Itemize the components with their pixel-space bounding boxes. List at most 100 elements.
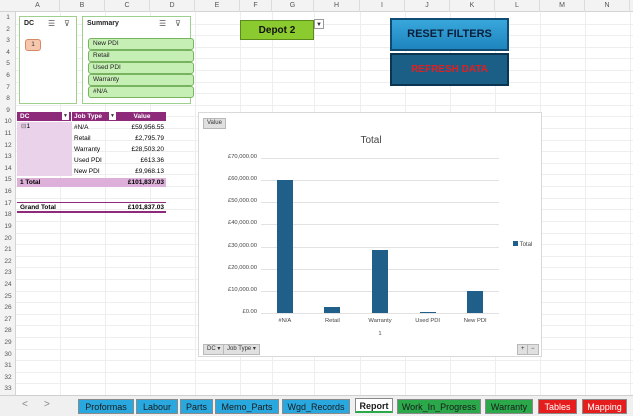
- chart-legend: Total: [513, 241, 532, 248]
- row-header[interactable]: 12: [0, 141, 16, 150]
- row-header[interactable]: 24: [0, 280, 16, 289]
- sheet-tab[interactable]: Labour: [136, 399, 178, 414]
- row-header[interactable]: 17: [0, 199, 16, 208]
- sheet-tab[interactable]: Tables: [538, 399, 577, 414]
- clear-filter-icon[interactable]: ⊽: [64, 19, 70, 28]
- row-header[interactable]: 13: [0, 152, 16, 161]
- multi-select-icon[interactable]: ☰: [159, 19, 166, 28]
- multi-select-icon[interactable]: ☰: [48, 19, 55, 28]
- clear-filter-icon[interactable]: ⊽: [175, 19, 181, 28]
- row-header[interactable]: 4: [0, 48, 16, 57]
- sheet-tab[interactable]: Warranty: [485, 399, 533, 414]
- row-header[interactable]: 3: [0, 36, 16, 45]
- column-header[interactable]: I: [360, 0, 405, 12]
- row-header[interactable]: 26: [0, 303, 16, 312]
- row-header[interactable]: 32: [0, 373, 16, 382]
- dc-slicer[interactable]: DC ☰ ⊽ 1: [19, 16, 77, 104]
- sheet-tab[interactable]: Report: [355, 398, 393, 413]
- dc-field-button[interactable]: DC ▾: [203, 344, 225, 355]
- column-header[interactable]: H: [314, 0, 360, 12]
- chart-bar[interactable]: [419, 311, 436, 313]
- depot-button[interactable]: Depot 2: [240, 20, 314, 40]
- pivot-header-dc[interactable]: DC ▼: [17, 112, 71, 121]
- chart-bar[interactable]: [324, 306, 341, 313]
- row-header[interactable]: 5: [0, 59, 16, 68]
- column-header[interactable]: G: [272, 0, 314, 12]
- row-header[interactable]: 33: [0, 384, 16, 393]
- row-header[interactable]: 21: [0, 245, 16, 254]
- row-header[interactable]: 25: [0, 292, 16, 301]
- column-header[interactable]: C: [105, 0, 150, 12]
- row-header[interactable]: 29: [0, 338, 16, 347]
- summary-slicer-item[interactable]: Warranty: [88, 74, 194, 86]
- chart-gridline: [261, 224, 499, 226]
- summary-slicer-item[interactable]: Retail: [88, 50, 194, 62]
- row-header[interactable]: 31: [0, 361, 16, 370]
- summary-slicer-item[interactable]: #N/A: [88, 86, 194, 98]
- sheet-tab[interactable]: Mapping: [582, 399, 627, 414]
- dc-slicer-item[interactable]: 1: [25, 39, 41, 51]
- jobtype-field-button[interactable]: Job Type ▾: [223, 344, 260, 355]
- chart-bar[interactable]: [467, 290, 484, 313]
- column-header[interactable]: N: [585, 0, 630, 12]
- column-header[interactable]: F: [240, 0, 272, 12]
- row-header[interactable]: 30: [0, 350, 16, 359]
- row-header[interactable]: 9: [0, 106, 16, 115]
- legend-swatch: [513, 241, 518, 246]
- row-header[interactable]: 14: [0, 164, 16, 173]
- pivot-subtotal-value: £101,837.03: [127, 179, 164, 186]
- row-header[interactable]: 18: [0, 210, 16, 219]
- summary-slicer-item[interactable]: Used PDI: [88, 62, 194, 74]
- column-header[interactable]: B: [60, 0, 105, 12]
- pivot-grand-total-label: Grand Total: [20, 204, 56, 211]
- sheet-tab[interactable]: Memo_Parts: [215, 399, 279, 414]
- reset-filters-button[interactable]: RESET FILTERS: [390, 18, 509, 51]
- row-header[interactable]: 8: [0, 94, 16, 103]
- pivot-row-value: £9,968.13: [135, 168, 164, 175]
- chart-bar[interactable]: [371, 249, 389, 313]
- row-header[interactable]: 20: [0, 234, 16, 243]
- prev-sheet-arrow[interactable]: <: [22, 399, 28, 410]
- column-header[interactable]: A: [16, 0, 60, 12]
- column-header[interactable]: L: [495, 0, 540, 12]
- pivot-dc-value: 1: [26, 123, 31, 130]
- column-header[interactable]: J: [405, 0, 450, 12]
- column-header[interactable]: D: [150, 0, 195, 12]
- chevron-down-icon[interactable]: ▼: [314, 19, 324, 29]
- row-header[interactable]: 1: [0, 13, 16, 22]
- dropdown-icon[interactable]: ▼: [62, 112, 69, 120]
- dropdown-icon[interactable]: ▼: [109, 112, 116, 120]
- sheet-tab[interactable]: Proformas: [78, 399, 134, 414]
- pivot-row-value: £59,956.55: [131, 124, 164, 131]
- row-header[interactable]: 19: [0, 222, 16, 231]
- sheet-tab[interactable]: Wgd_Records: [282, 399, 350, 414]
- row-header[interactable]: 27: [0, 315, 16, 324]
- refresh-data-button[interactable]: REFRESH DATA: [390, 53, 509, 86]
- pivot-chart[interactable]: Value Total £0.00 £10,000.00 £20,000.00 £30…: [198, 112, 542, 357]
- row-header-bar: 1 2 3 4 5 6 7 8 9 10 11 12 13 14 15 16 17 18 19 20 21 22 23 24 2…: [0, 12, 16, 395]
- row-header[interactable]: 28: [0, 326, 16, 335]
- column-header[interactable]: E: [195, 0, 240, 12]
- row-header[interactable]: 11: [0, 129, 16, 138]
- sheet-tab[interactable]: Work_In_Progress: [397, 399, 481, 414]
- sheet-tab[interactable]: Parts: [180, 399, 213, 414]
- chart-gridline: [261, 158, 499, 159]
- row-header[interactable]: 2: [0, 25, 16, 34]
- next-sheet-arrow[interactable]: >: [44, 399, 50, 410]
- row-header[interactable]: 22: [0, 257, 16, 266]
- row-header[interactable]: 10: [0, 117, 16, 126]
- collapse-button[interactable]: −: [527, 344, 539, 355]
- row-header[interactable]: 16: [0, 187, 16, 196]
- column-header[interactable]: M: [540, 0, 585, 12]
- pivot-header-jobtype[interactable]: Job Type ▼: [72, 112, 118, 121]
- summary-slicer-item[interactable]: New PDI: [88, 38, 194, 50]
- summary-slicer[interactable]: Summary ☰ ⊽ New PDI Retail Used PDI Warr…: [82, 16, 194, 104]
- pivot-row-jobtype: Warranty: [74, 146, 101, 153]
- row-header[interactable]: 7: [0, 83, 16, 92]
- pivot-dc-cell[interactable]: ⊟1: [17, 122, 72, 176]
- column-header[interactable]: K: [450, 0, 495, 12]
- row-header[interactable]: 23: [0, 268, 16, 277]
- row-header[interactable]: 15: [0, 175, 16, 184]
- chart-bar[interactable]: [276, 180, 293, 313]
- row-header[interactable]: 6: [0, 71, 16, 80]
